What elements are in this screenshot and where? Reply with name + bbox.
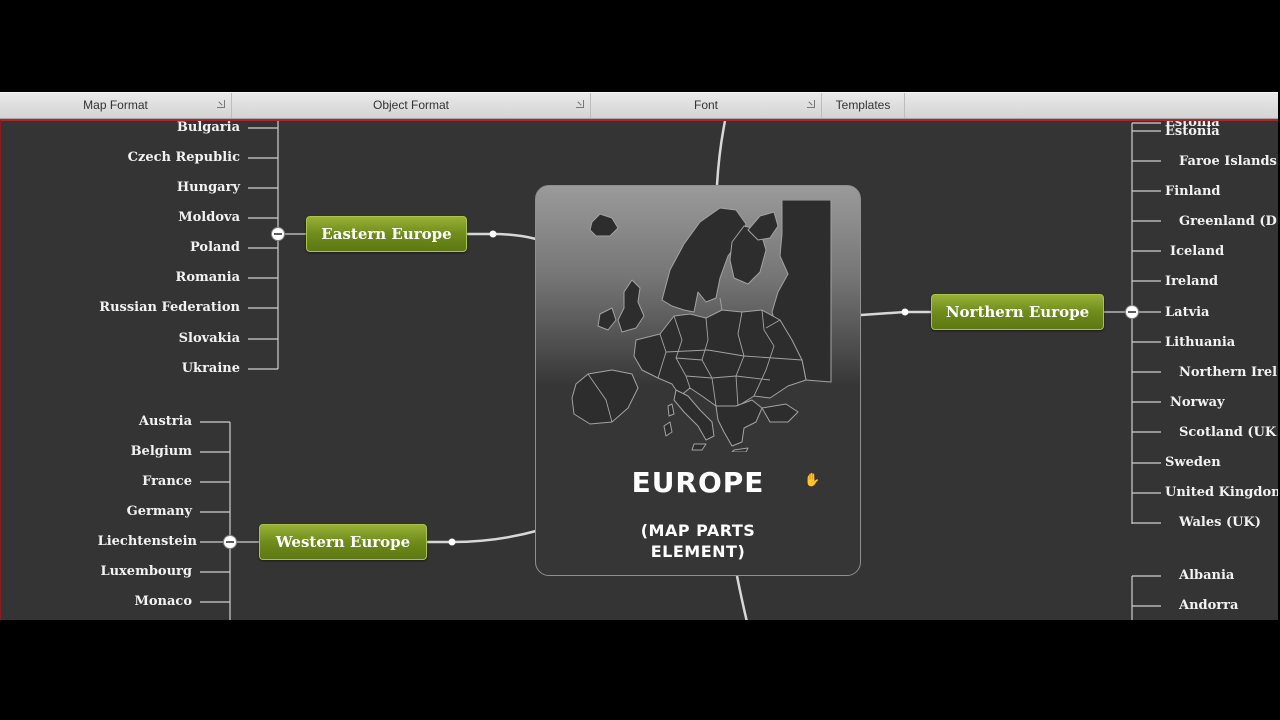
leaf-norway[interactable]: Norway [1170, 395, 1225, 411]
topic-northern-europe[interactable]: Northern Europe [931, 294, 1104, 330]
leaf-belgium[interactable]: Belgium [61, 444, 192, 460]
leaf-ireland[interactable]: Ireland [1165, 274, 1218, 290]
leaf-greenland[interactable]: Greenland (D [1179, 214, 1277, 230]
leaf-russian-federation[interactable]: Russian Federation [61, 300, 240, 316]
mind-map-canvas[interactable]: Eastern Europe Bulgaria Czech Republic H… [0, 119, 1278, 620]
dialog-launcher-icon[interactable] [576, 100, 584, 108]
ribbon-group-label: Object Format [372, 98, 450, 112]
subtitle-line-2: ELEMENT) [650, 542, 746, 561]
leaf-bulgaria[interactable]: Bulgaria [101, 121, 240, 136]
ribbon-bar: Map Format Object Format Font Templates [0, 92, 1278, 119]
dialog-launcher-icon[interactable] [217, 100, 225, 108]
leaf-united-kingdom[interactable]: United Kingdon [1165, 485, 1278, 501]
leaf-luxembourg[interactable]: Luxembourg [61, 564, 192, 580]
central-topic-subtitle: (MAP PARTS ELEMENT) [536, 520, 860, 562]
ribbon-group-object-format[interactable]: Object Format [232, 93, 591, 118]
ribbon-group-templates[interactable]: Templates [822, 93, 905, 118]
leaf-iceland[interactable]: Iceland [1170, 244, 1224, 260]
collapse-eastern-icon[interactable] [271, 227, 285, 241]
leaf-romania[interactable]: Romania [101, 270, 240, 286]
leaf-estonia[interactable]: Estonia [1165, 124, 1220, 140]
subtitle-line-1: (MAP PARTS [640, 521, 756, 540]
leaf-austria[interactable]: Austria [61, 414, 192, 430]
leaf-faroe-islands[interactable]: Faroe Islands [1179, 154, 1277, 170]
collapse-western-icon[interactable] [223, 535, 237, 549]
leaf-sweden[interactable]: Sweden [1165, 455, 1221, 471]
leaf-moldova[interactable]: Moldova [101, 210, 240, 226]
leaf-northern-ireland[interactable]: Northern Irel [1179, 365, 1277, 381]
leaf-lithuania[interactable]: Lithuania [1165, 335, 1235, 351]
europe-map-image [571, 200, 832, 452]
leaf-latvia[interactable]: Latvia [1165, 305, 1209, 321]
leaf-poland[interactable]: Poland [101, 240, 240, 256]
leaf-czech-republic[interactable]: Czech Republic [101, 150, 240, 166]
ribbon-group-font[interactable]: Font [591, 93, 822, 118]
hand-cursor-icon: ✋ [804, 473, 821, 488]
leaf-germany[interactable]: Germany [61, 504, 192, 520]
leaf-scotland[interactable]: Scotland (UK [1179, 425, 1276, 441]
collapse-northern-icon[interactable] [1125, 305, 1139, 319]
leaf-hungary[interactable]: Hungary [101, 180, 240, 196]
ribbon-group-label: Map Format [83, 98, 148, 112]
ribbon-group-label: Templates [835, 98, 891, 112]
leaf-monaco[interactable]: Monaco [61, 594, 192, 610]
leaf-andorra[interactable]: Andorra [1179, 598, 1238, 614]
ribbon-group-label: Font [693, 98, 718, 112]
leaf-finland[interactable]: Finland [1165, 184, 1221, 200]
leaf-wales[interactable]: Wales (UK) [1179, 515, 1261, 531]
leaf-france[interactable]: France [61, 474, 192, 490]
topic-eastern-europe[interactable]: Eastern Europe [306, 216, 467, 252]
ribbon-group-map-format[interactable]: Map Format [0, 93, 232, 118]
leaf-liechtenstein[interactable]: Liechtenstein [61, 534, 197, 550]
leaf-slovakia[interactable]: Slovakia [101, 331, 240, 347]
central-topic-europe[interactable]: EUROPE (MAP PARTS ELEMENT) [535, 185, 861, 576]
dialog-launcher-icon[interactable] [807, 100, 815, 108]
leaf-ukraine[interactable]: Ukraine [101, 361, 240, 377]
topic-western-europe[interactable]: Western Europe [259, 524, 427, 560]
leaf-albania[interactable]: Albania [1179, 568, 1234, 584]
